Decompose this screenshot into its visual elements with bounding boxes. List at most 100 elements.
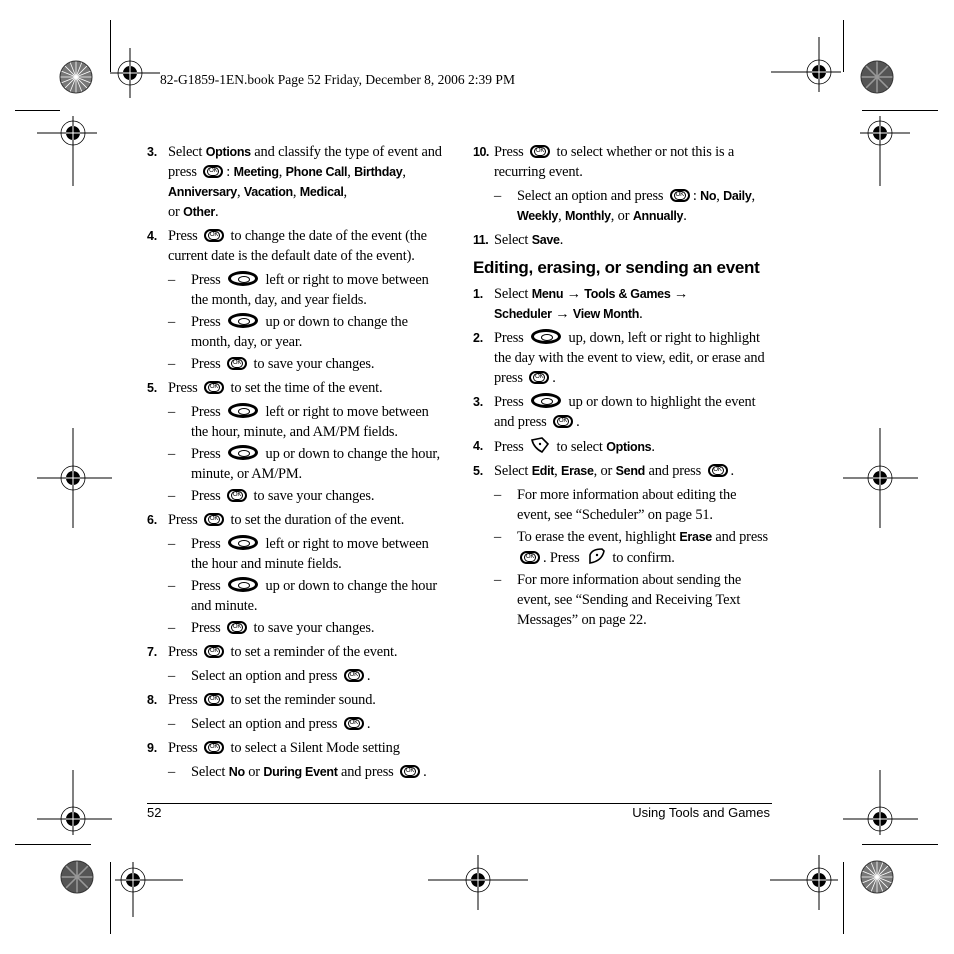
ok-key-icon — [204, 693, 225, 706]
registration-mark-icon — [770, 855, 838, 910]
ok-key-icon — [529, 371, 550, 384]
step-number: 8. — [147, 693, 158, 707]
registration-mark-icon — [37, 116, 97, 186]
ok-key-icon — [204, 381, 225, 394]
navigation-key-icon — [228, 313, 259, 328]
arrow-icon: → — [563, 286, 585, 302]
step-number: 1. — [473, 287, 484, 301]
step-7: 7. Press to set a reminder of the event. — [147, 642, 447, 662]
sub-step: –Press to save your changes. — [147, 486, 447, 506]
sub-step: –Press to save your changes. — [147, 618, 447, 638]
ok-key-icon — [204, 741, 225, 754]
menu-option: Options — [205, 145, 251, 159]
registration-mark-icon — [843, 770, 918, 835]
color-wheel-icon — [59, 60, 93, 94]
registration-mark-icon — [110, 48, 160, 98]
ok-key-icon — [204, 229, 225, 242]
navigation-key-icon — [228, 577, 259, 592]
step-9: 9. Press to select a Silent Mode setting — [147, 738, 447, 758]
registration-mark-icon — [428, 855, 528, 910]
edit-step-2: 2. Press up, down, left or right to high… — [473, 328, 773, 388]
sub-step: – To erase the event, highlight Erase and… — [473, 527, 773, 568]
registration-mark-icon — [843, 428, 918, 528]
ok-key-icon — [203, 165, 224, 178]
step-3: 3. Select Options and classify the type … — [147, 142, 447, 222]
sub-step: – For more information about sending the … — [494, 572, 742, 628]
crop-mark — [862, 844, 938, 845]
crop-mark — [110, 862, 111, 934]
step-number: 5. — [473, 464, 484, 478]
section-heading: Editing, erasing, or sending an event — [473, 258, 760, 277]
step-number: 11. — [473, 233, 489, 247]
navigation-key-icon — [228, 535, 259, 550]
sub-step: – For more information about editing the … — [494, 487, 737, 523]
step-number: 2. — [473, 331, 484, 345]
step-4: 4. Press to change the date of the event… — [147, 226, 447, 266]
page-number: 52 — [147, 805, 162, 820]
step-number: 7. — [147, 645, 158, 659]
step-5: 5. Press to set the time of the event. — [147, 378, 447, 398]
right-softkey-icon — [531, 437, 550, 454]
sub-step: – Press up or down to change the month, d… — [168, 313, 408, 350]
ok-key-icon — [204, 513, 225, 526]
ok-key-icon — [227, 357, 248, 370]
registration-mark-icon — [37, 428, 112, 528]
sub-step: – Press up or down to change the hour and… — [168, 577, 438, 614]
ok-key-icon — [400, 765, 421, 778]
navigation-key-icon — [531, 329, 562, 344]
step-11: 11. Select Save. — [473, 232, 564, 248]
edit-step-1: 1. Select Menu → Tools & Games → Schedul… — [473, 286, 689, 322]
color-wheel-icon — [860, 60, 894, 94]
step-number: 10. — [473, 145, 489, 159]
arrow-icon: → — [670, 286, 689, 302]
crop-mark — [862, 110, 938, 111]
color-wheel-icon — [60, 860, 94, 894]
crop-mark — [843, 20, 844, 72]
left-column: 3. Select Options and classify the type … — [147, 142, 447, 784]
registration-mark-icon — [771, 37, 841, 92]
ok-key-icon — [227, 621, 248, 634]
edit-step-5: 5. Select Edit, Erase, or Send and press… — [473, 461, 773, 481]
ok-key-icon — [669, 189, 690, 202]
registration-mark-icon — [860, 116, 910, 186]
section-title: Using Tools and Games — [632, 805, 770, 820]
arrow-icon: → — [551, 306, 573, 322]
sub-step: –Select No or During Event and press . — [147, 762, 447, 782]
ok-key-icon — [204, 645, 225, 658]
navigation-key-icon — [228, 271, 259, 286]
registration-mark-icon — [37, 770, 112, 835]
navigation-key-icon — [531, 393, 562, 408]
left-softkey-icon — [589, 548, 605, 564]
ok-key-icon — [520, 551, 540, 564]
sub-step: – Press left or right to move between the… — [168, 535, 429, 572]
sub-step: –Select an option and press . — [147, 666, 447, 686]
ok-key-icon — [343, 717, 364, 730]
step-number: 6. — [147, 513, 158, 527]
ok-key-icon — [553, 415, 574, 428]
step-8: 8. Press to set the reminder sound. — [147, 690, 447, 710]
step-number: 3. — [473, 395, 484, 409]
sub-step: –Select an option and press . — [147, 714, 447, 734]
footer-divider — [147, 803, 772, 804]
book-info-header: 82-G1859-1EN.book Page 52 Friday, Decemb… — [160, 72, 515, 87]
sub-step: – Press left or right to move between the… — [168, 271, 429, 308]
sub-step: –Press to save your changes. — [147, 354, 447, 374]
sub-step: –Select an option and press : No, Daily,… — [473, 186, 773, 226]
step-6: 6. Press to set the duration of the even… — [147, 510, 447, 530]
ok-key-icon — [227, 489, 248, 502]
step-10: 10. Press to select whether or not this … — [473, 142, 773, 182]
ok-key-icon — [530, 145, 551, 158]
step-number: 5. — [147, 381, 158, 395]
step-number: 9. — [147, 741, 158, 755]
registration-mark-icon — [115, 862, 183, 917]
edit-step-4: 4. Press to select Options. — [473, 436, 773, 457]
edit-step-3: 3. Press up or down to highlight the eve… — [473, 392, 773, 432]
sub-step: – Press left or right to move between the… — [168, 403, 429, 440]
crop-mark — [15, 844, 91, 845]
ok-key-icon — [343, 669, 364, 682]
step-number: 4. — [147, 229, 158, 243]
sub-step: – Press up or down to change the hour, mi… — [168, 445, 440, 482]
crop-mark — [15, 110, 60, 111]
ok-key-icon — [707, 464, 728, 477]
navigation-key-icon — [228, 403, 259, 418]
